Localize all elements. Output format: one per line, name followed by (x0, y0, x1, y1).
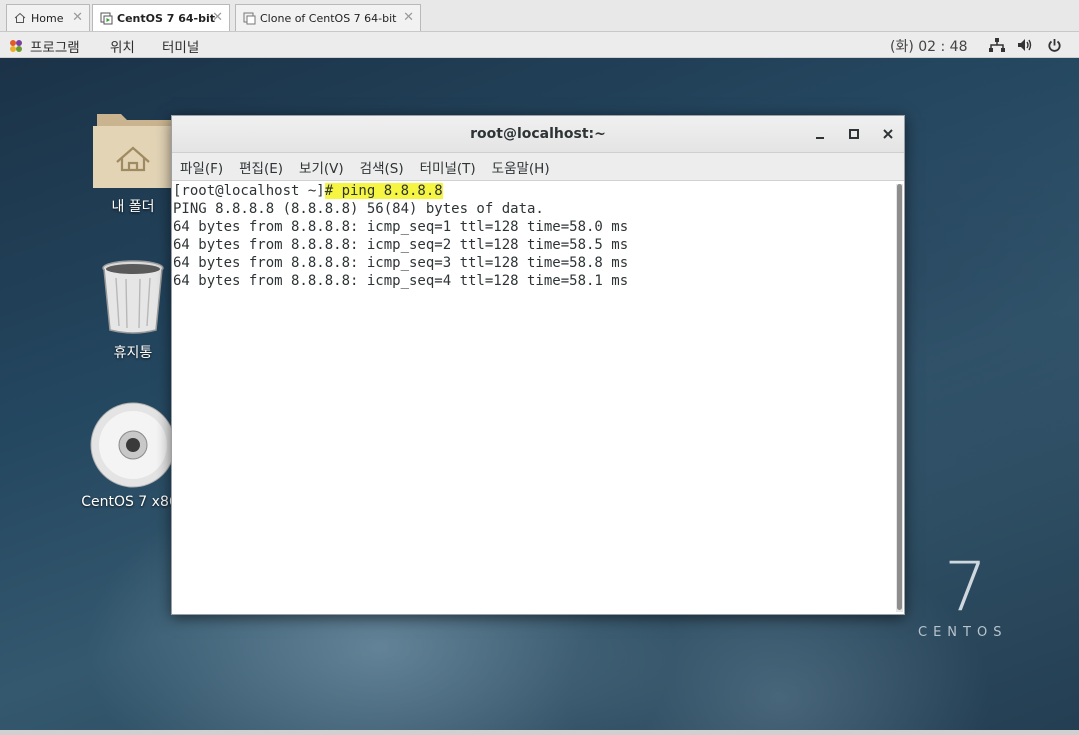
menu-label: 프로그램 (30, 40, 80, 56)
menu-file[interactable]: 파일(F) (180, 157, 223, 177)
terminal-menu[interactable]: 터미널 (162, 36, 199, 56)
centos-version-number: 7 (944, 548, 988, 627)
network-icon[interactable] (988, 37, 1006, 53)
vm-status-strip (0, 730, 1079, 735)
clock[interactable]: (화) 02 : 48 (890, 36, 968, 56)
menu-terminal[interactable]: 터미널(T) (420, 157, 476, 177)
output-line: 64 bytes from 8.8.8.8: icmp_seq=3 ttl=12… (173, 255, 629, 271)
applications-menu[interactable]: 프로그램 (8, 36, 80, 56)
tab-label: CentOS 7 64-bit (117, 11, 215, 25)
output-line: 64 bytes from 8.8.8.8: icmp_seq=1 ttl=12… (173, 219, 629, 235)
home-icon (13, 11, 27, 25)
window-title: root@localhost:~ (470, 126, 606, 142)
terminal-menubar: 파일(F) 편집(E) 보기(V) 검색(S) 터미널(T) 도움말(H) (172, 153, 904, 181)
volume-icon[interactable] (1016, 37, 1034, 53)
output-line: 64 bytes from 8.8.8.8: icmp_seq=4 ttl=12… (173, 273, 629, 289)
minimize-button[interactable] (810, 124, 830, 144)
trash-icon (98, 256, 168, 336)
close-icon[interactable]: ✕ (212, 10, 223, 25)
highlighted-command: # ping 8.8.8.8 (324, 183, 443, 199)
menu-view[interactable]: 보기(V) (299, 157, 344, 177)
close-icon[interactable]: ✕ (403, 10, 414, 25)
command-line: [root@localhost ~]# ping 8.8.8.8 (173, 182, 894, 200)
terminal-scrollbar[interactable] (896, 184, 903, 612)
close-button[interactable] (878, 124, 898, 144)
disc-icon (90, 402, 176, 488)
output-line: PING 8.8.8.8 (8.8.8.8) 56(84) bytes of d… (173, 201, 544, 217)
menu-edit[interactable]: 편집(E) (239, 157, 283, 177)
menu-search[interactable]: 검색(S) (360, 157, 404, 177)
vm-tab-bar: Home ✕ CentOS 7 64-bit ✕ Clone of CentOS… (0, 0, 1079, 32)
scrollbar-thumb[interactable] (897, 184, 902, 610)
menu-help[interactable]: 도움말(H) (492, 157, 550, 177)
output-line: 64 bytes from 8.8.8.8: icmp_seq=2 ttl=12… (173, 237, 629, 253)
tab-home[interactable]: Home ✕ (6, 4, 90, 31)
home-folder-icon (91, 106, 175, 190)
terminal-window[interactable]: root@localhost:~ 파일(F) 편집(E) 보기(V) 검색(S)… (171, 115, 905, 615)
close-icon[interactable]: ✕ (72, 10, 83, 25)
menu-label: 터미널 (162, 40, 200, 56)
power-icon[interactable] (1045, 37, 1063, 53)
maximize-button[interactable] (844, 124, 864, 144)
centos-logo: 7 CENTOS (918, 548, 1008, 641)
tab-clone[interactable]: Clone of CentOS 7 64-bit ✕ (235, 4, 421, 31)
terminal-titlebar[interactable]: root@localhost:~ (172, 116, 904, 153)
terminal-content[interactable]: [root@localhost ~]# ping 8.8.8.8 PING 8.8… (172, 182, 894, 614)
top-panel: 프로그램 위치 터미널 (화) 02 : 48 (0, 32, 1079, 58)
centos-wordmark: CENTOS (918, 625, 1008, 640)
vm-running-icon (99, 11, 113, 25)
tab-label: Home (31, 11, 64, 25)
applications-icon (8, 38, 24, 54)
shell-prompt: [root@localhost ~] (173, 183, 325, 199)
tab-centos[interactable]: CentOS 7 64-bit ✕ (92, 4, 230, 31)
places-menu[interactable]: 위치 (110, 36, 135, 56)
tab-label: Clone of CentOS 7 64-bit (260, 11, 397, 25)
vm-icon (242, 11, 256, 25)
menu-label: 위치 (110, 40, 135, 56)
